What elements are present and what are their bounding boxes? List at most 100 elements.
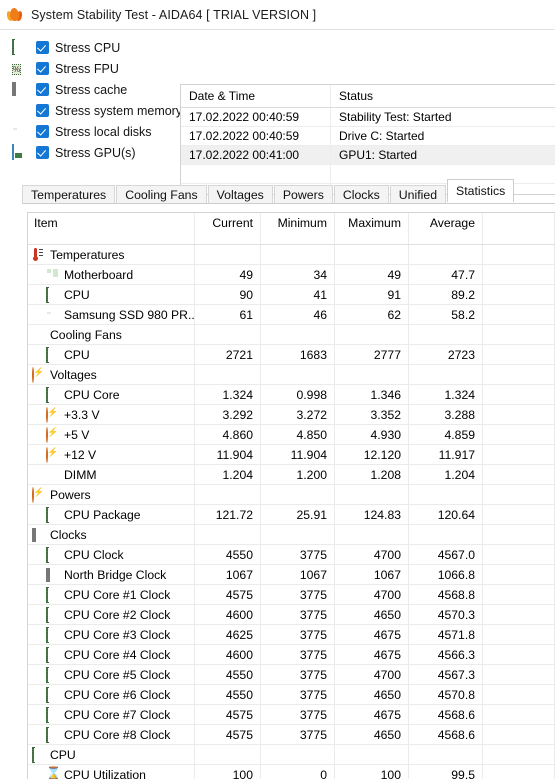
- stress-option-checkbox[interactable]: [36, 146, 49, 159]
- stress-option-row[interactable]: Stress local disks: [12, 121, 182, 142]
- column-header-average[interactable]: Average: [409, 213, 483, 244]
- statistics-row[interactable]: +12 V11.90411.90412.12011.917: [28, 445, 555, 465]
- statistics-row[interactable]: Voltages: [28, 365, 555, 385]
- statistics-row[interactable]: CPU Core #3 Clock 4625 3775 4675 4571.8: [28, 625, 555, 645]
- statistics-average-value: 4568.6: [409, 705, 483, 724]
- stress-option-row[interactable]: Stress cache: [12, 79, 182, 100]
- statistics-maximum-value: 62: [335, 305, 409, 324]
- stress-options-area: Stress CPU% Stress FPU Stress cache Stress …: [0, 30, 555, 195]
- column-header-maximum[interactable]: Maximum: [335, 213, 409, 244]
- statistics-row[interactable]: +3.3 V 3.2923.2723.3523.288: [28, 405, 555, 425]
- statistics-header-row: Item Current Minimum Maximum Average: [28, 213, 555, 245]
- tab-voltages[interactable]: Voltages: [207, 185, 273, 204]
- statistics-average-value: 47.7: [409, 265, 483, 284]
- statistics-maximum-value: 124.83: [335, 505, 409, 524]
- statistics-row[interactable]: Temperatures: [28, 245, 555, 265]
- statistics-row[interactable]: +5 V 4.8604.8504.9304.859: [28, 425, 555, 445]
- statistics-filler-cell: [483, 485, 555, 504]
- statistics-filler-cell: [483, 405, 555, 424]
- tab-clocks[interactable]: Clocks: [333, 185, 389, 204]
- statistics-item-label: CPU Core #8 Clock: [64, 727, 171, 742]
- statistics-row[interactable]: North Bridge Clock 1067 1067 1067 1066.8: [28, 565, 555, 585]
- statistics-row[interactable]: CPU: [28, 745, 555, 765]
- statistics-row[interactable]: CPU Core #6 Clock 4550 3775 4650 4570.8: [28, 685, 555, 705]
- statistics-minimum-value: 3775: [261, 545, 335, 564]
- window-title-bar: System Stability Test - AIDA64 [ TRIAL V…: [0, 0, 555, 30]
- statistics-filler-cell: [483, 525, 555, 544]
- tab-temperatures[interactable]: Temperatures: [22, 185, 116, 204]
- stress-option-row[interactable]: Stress GPU(s): [12, 142, 182, 163]
- statistics-item-cell: CPU Core #7 Clock: [28, 705, 195, 724]
- statistics-row[interactable]: DIMM 1.204 1.200 1.208 1.204: [28, 465, 555, 485]
- statistics-filler-cell: [483, 765, 555, 779]
- statistics-maximum-value: 49: [335, 265, 409, 284]
- column-header-current[interactable]: Current: [195, 213, 261, 244]
- column-header-minimum[interactable]: Minimum: [261, 213, 335, 244]
- statistics-row[interactable]: CPU Core #5 Clock 4550 3775 4700 4567.3: [28, 665, 555, 685]
- statistics-maximum-value: 4700: [335, 545, 409, 564]
- stress-option-row[interactable]: % Stress FPU: [12, 58, 182, 79]
- stress-option-row[interactable]: Stress system memory: [12, 100, 182, 121]
- stress-option-label: Stress GPU(s): [55, 145, 136, 160]
- column-header-status[interactable]: Status: [331, 85, 555, 107]
- statistics-item-cell: CPU Core #1 Clock: [28, 585, 195, 604]
- statistics-row[interactable]: CPU Core #4 Clock 4600 3775 4675 4566.3: [28, 645, 555, 665]
- stress-option-checkbox[interactable]: [36, 83, 49, 96]
- statistics-row[interactable]: CPU Utilization 100 0 100 99.5: [28, 765, 555, 779]
- statistics-current-value: 4575: [195, 725, 261, 744]
- statistics-maximum-value: 4650: [335, 725, 409, 744]
- event-log-row[interactable]: 17.02.2022 00:40:59 Drive C: Started: [181, 127, 555, 146]
- stress-option-checkbox[interactable]: [36, 125, 49, 138]
- statistics-row[interactable]: CPU Clock 4550 3775 4700 4567.0: [28, 545, 555, 565]
- statistics-row[interactable]: CPU 90 41 91 89.2: [28, 285, 555, 305]
- statistics-average-value: 89.2: [409, 285, 483, 304]
- statistics-current-value: 100: [195, 765, 261, 779]
- tab-statistics[interactable]: Statistics: [447, 179, 515, 202]
- statistics-row[interactable]: CPU Package 121.72 25.91 124.83 120.64: [28, 505, 555, 525]
- statistics-filler-cell: [483, 305, 555, 324]
- statistics-table[interactable]: Item Current Minimum Maximum Average Tem…: [27, 212, 555, 779]
- column-header-date-time[interactable]: Date & Time: [181, 85, 331, 107]
- statistics-maximum-value: 1067: [335, 565, 409, 584]
- statistics-row[interactable]: Powers: [28, 485, 555, 505]
- tab-unified[interactable]: Unified: [389, 185, 447, 204]
- statistics-maximum-value: 4650: [335, 605, 409, 624]
- column-header-item[interactable]: Item: [28, 213, 195, 244]
- statistics-filler-cell: [483, 465, 555, 484]
- tab-powers[interactable]: Powers: [273, 185, 333, 204]
- statistics-row[interactable]: Samsung SSD 980 PR... 61 46 62 58.2: [28, 305, 555, 325]
- stress-option-label: Stress system memory: [55, 103, 183, 118]
- tab-cooling-fans[interactable]: Cooling Fans: [116, 185, 207, 204]
- statistics-filler-cell: [483, 365, 555, 384]
- statistics-row[interactable]: CPU Core 1.324 0.998 1.346 1.324: [28, 385, 555, 405]
- statistics-current-value: 4600: [195, 645, 261, 664]
- stress-option-row[interactable]: Stress CPU: [12, 37, 182, 58]
- statistics-maximum-value: 4.930: [335, 425, 409, 444]
- statistics-current-value: 11.904: [195, 445, 261, 464]
- stress-option-checkbox[interactable]: [36, 41, 49, 54]
- event-log-row[interactable]: 17.02.2022 00:41:00 GPU1: Started: [181, 146, 555, 165]
- stress-option-checkbox[interactable]: [36, 104, 49, 117]
- statistics-row[interactable]: Clocks: [28, 525, 555, 545]
- statistics-item-cell: +3.3 V: [28, 405, 195, 424]
- statistics-row[interactable]: CPU Core #2 Clock 4600 3775 4650 4570.3: [28, 605, 555, 625]
- stress-option-checkbox[interactable]: [36, 62, 49, 75]
- statistics-maximum-value: [335, 365, 409, 384]
- statistics-item-cell: Motherboard: [28, 265, 195, 284]
- statistics-row[interactable]: Motherboard 49 34 49 47.7: [28, 265, 555, 285]
- statistics-maximum-value: [335, 325, 409, 344]
- statistics-current-value: 4575: [195, 585, 261, 604]
- statistics-panel: Item Current Minimum Maximum Average Tem…: [22, 203, 555, 779]
- statistics-row[interactable]: CPU Core #7 Clock 4575 3775 4675 4568.6: [28, 705, 555, 725]
- statistics-row[interactable]: CPU 2721 1683 2777 2723: [28, 345, 555, 365]
- event-log-time: 17.02.2022 00:41:00: [181, 146, 331, 164]
- event-log-row[interactable]: 17.02.2022 00:40:59 Stability Test: Start…: [181, 108, 555, 127]
- statistics-row[interactable]: CPU Core #1 Clock 4575 3775 4700 4568.8: [28, 585, 555, 605]
- statistics-item-cell: Powers: [28, 485, 195, 504]
- statistics-row[interactable]: Cooling Fans: [28, 325, 555, 345]
- statistics-row[interactable]: CPU Core #8 Clock 4575 3775 4650 4568.6: [28, 725, 555, 745]
- statistics-item-label: CPU Clock: [64, 547, 124, 562]
- statistics-current-value: 3.292: [195, 405, 261, 424]
- statistics-minimum-value: 3775: [261, 605, 335, 624]
- statistics-item-cell: CPU Core #2 Clock: [28, 605, 195, 624]
